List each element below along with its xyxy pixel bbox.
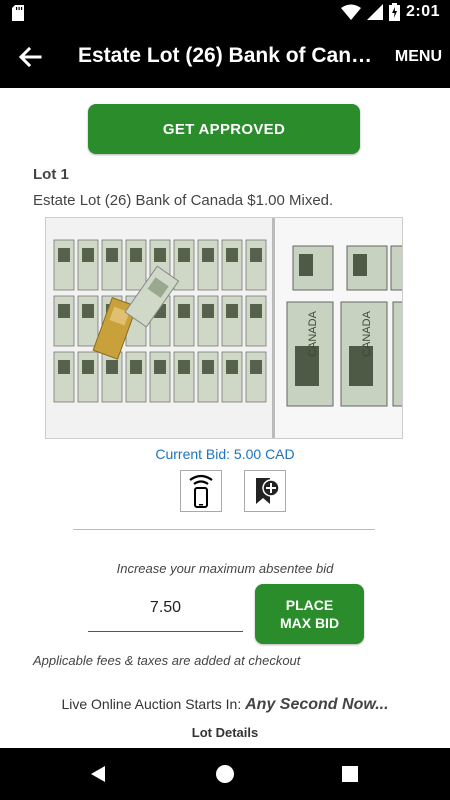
app-bar: Estate Lot (26) Bank of Cana… MENU (0, 26, 450, 88)
banknote-portrait (154, 360, 166, 374)
battery-icon (388, 3, 400, 21)
banknote-thumb (221, 239, 243, 291)
banknote-thumb (149, 351, 171, 403)
banknote-portrait (250, 248, 262, 262)
banknote-portrait (178, 248, 190, 262)
lot-image-1[interactable] (46, 218, 272, 438)
fees-note: Applicable fees & taxes are added at che… (33, 653, 301, 668)
status-bar: 2:01 (0, 0, 450, 26)
lot-image-2[interactable]: CANADA CANADA (275, 218, 402, 438)
nav-back-icon[interactable] (88, 764, 108, 784)
banknote-thumb (221, 351, 243, 403)
lot-content: GET APPROVED Lot 1 Estate Lot (26) Bank … (0, 88, 450, 748)
banknote-portrait (82, 248, 94, 262)
banknote-thumb (125, 351, 147, 403)
banknote-thumb (245, 295, 267, 347)
wifi-icon (340, 4, 361, 20)
banknote-thumb (125, 239, 147, 291)
clock-time: 2:01 (405, 3, 440, 20)
section-divider (73, 529, 375, 530)
page-title: Estate Lot (26) Bank of Cana… (78, 44, 378, 67)
watchlist-button[interactable] (244, 470, 286, 512)
banknote-portrait (226, 304, 238, 318)
banknote-portrait (178, 304, 190, 318)
live-auction-prefix: Live Online Auction Starts In: (61, 696, 242, 712)
lot-details-heading[interactable]: Lot Details (0, 725, 450, 740)
live-auction-countdown: Any Second Now... (245, 696, 389, 713)
banknote-portrait (202, 248, 214, 262)
banknote-portrait (250, 360, 262, 374)
place-max-bid-button[interactable]: PLACE MAX BID (255, 584, 364, 644)
banknote-thumb (197, 351, 219, 403)
banknote-portrait (178, 360, 190, 374)
live-bid-button[interactable] (180, 470, 222, 512)
banknote-portrait (250, 304, 262, 318)
current-bid: Current Bid: 5.00 CAD (155, 446, 295, 462)
lot-description: Estate Lot (26) Bank of Canada $1.00 Mix… (33, 192, 334, 209)
max-bid-input[interactable]: 7.50 (88, 593, 243, 632)
banknote-thumb (53, 295, 75, 347)
banknote-portrait (58, 304, 70, 318)
banknote-thumb (101, 239, 123, 291)
banknote-portrait (202, 360, 214, 374)
get-approved-button[interactable]: GET APPROVED (88, 104, 360, 154)
banknote-portrait (130, 360, 142, 374)
banknote-portrait (202, 304, 214, 318)
nav-recent-icon[interactable] (341, 765, 359, 783)
banknotes-closeup-image: CANADA CANADA (275, 218, 402, 438)
banknote-thumb (197, 239, 219, 291)
place-bid-line2: MAX BID (279, 615, 340, 631)
signal-icon (366, 4, 383, 20)
banknote-portrait (82, 304, 94, 318)
lot-image-gallery[interactable]: CANADA CANADA (45, 217, 403, 439)
bookmark-add-icon (256, 478, 280, 504)
banknote-thumb (101, 351, 123, 403)
nav-home-icon[interactable] (215, 764, 235, 784)
banknote-thumb (53, 351, 75, 403)
banknote-thumb (173, 295, 195, 347)
banknote-thumb (77, 295, 99, 347)
banknotes-grid-image (46, 218, 272, 438)
banknote-thumb (245, 351, 267, 403)
banknote-portrait (154, 248, 166, 262)
back-arrow-icon[interactable] (14, 41, 46, 73)
banknote-label: CANADA (307, 310, 319, 357)
banknote-thumb (77, 351, 99, 403)
banknote-thumb (197, 295, 219, 347)
place-bid-line1: PLACE (285, 597, 334, 613)
lot-number: Lot 1 (33, 166, 69, 183)
menu-button[interactable]: MENU (395, 48, 442, 66)
banknote-portrait (106, 248, 118, 262)
live-auction-status: Live Online Auction Starts In: Any Secon… (0, 696, 450, 714)
sd-card-icon (12, 5, 24, 21)
banknote-thumb (53, 239, 75, 291)
banknote-portrait (58, 248, 70, 262)
banknote-portrait (58, 360, 70, 374)
banknote-portrait (130, 248, 142, 262)
banknote-thumb (245, 239, 267, 291)
banknote-thumb (173, 351, 195, 403)
banknote-portrait (106, 360, 118, 374)
banknote-portrait (226, 360, 238, 374)
absentee-bid-label: Increase your maximum absentee bid (116, 561, 334, 576)
banknote-portrait (82, 360, 94, 374)
banknote-portrait (226, 248, 238, 262)
banknote-label: CANADA (361, 310, 373, 357)
phone-signal-icon (189, 474, 213, 508)
system-nav-bar (0, 748, 450, 800)
banknote-thumb (221, 295, 243, 347)
banknote-thumb (77, 239, 99, 291)
